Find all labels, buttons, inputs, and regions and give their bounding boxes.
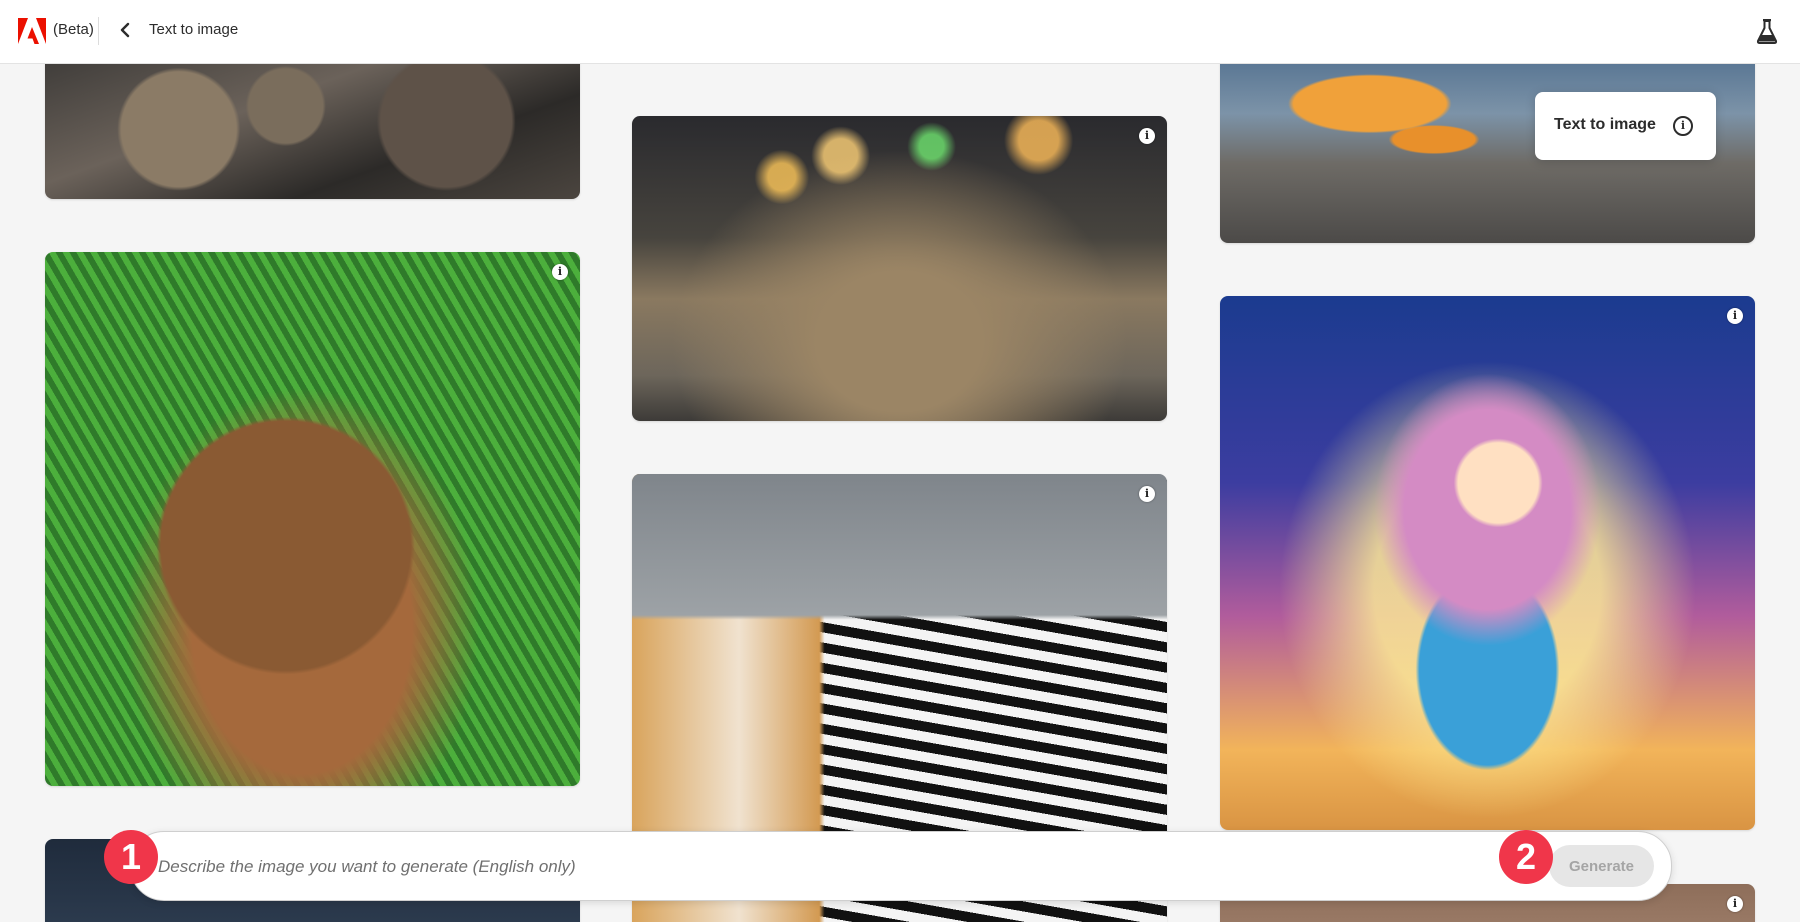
info-icon[interactable]: i (1727, 308, 1743, 324)
adobe-logo-icon[interactable] (18, 18, 46, 44)
tooltip-label: Text to image (1554, 116, 1656, 133)
text-to-image-tooltip: Text to image i (1535, 92, 1716, 160)
generate-button[interactable]: Generate (1549, 845, 1654, 887)
info-icon[interactable]: i (1673, 116, 1693, 136)
page-title: Text to image (149, 21, 239, 38)
top-header: (Beta) Text to image (0, 0, 1800, 64)
dog-image[interactable]: i (45, 252, 580, 786)
beta-label: (Beta) (53, 21, 94, 38)
step-badge-1: 1 (104, 830, 158, 884)
prompt-bar: Generate (130, 831, 1672, 901)
header-divider (98, 17, 99, 45)
girl-image[interactable]: i (1220, 296, 1755, 830)
beaker-icon[interactable] (1756, 18, 1778, 44)
frog-image[interactable]: i (632, 116, 1167, 421)
info-icon[interactable]: i (1139, 128, 1155, 144)
engine-image[interactable] (45, 64, 580, 199)
image-gallery: i i i i i (0, 64, 1800, 922)
info-icon[interactable]: i (552, 264, 568, 280)
info-icon[interactable]: i (1139, 486, 1155, 502)
chevron-left-icon[interactable] (114, 18, 136, 42)
step-badge-2: 2 (1499, 830, 1553, 884)
prompt-input[interactable] (156, 850, 1460, 884)
info-icon[interactable]: i (1727, 896, 1743, 912)
